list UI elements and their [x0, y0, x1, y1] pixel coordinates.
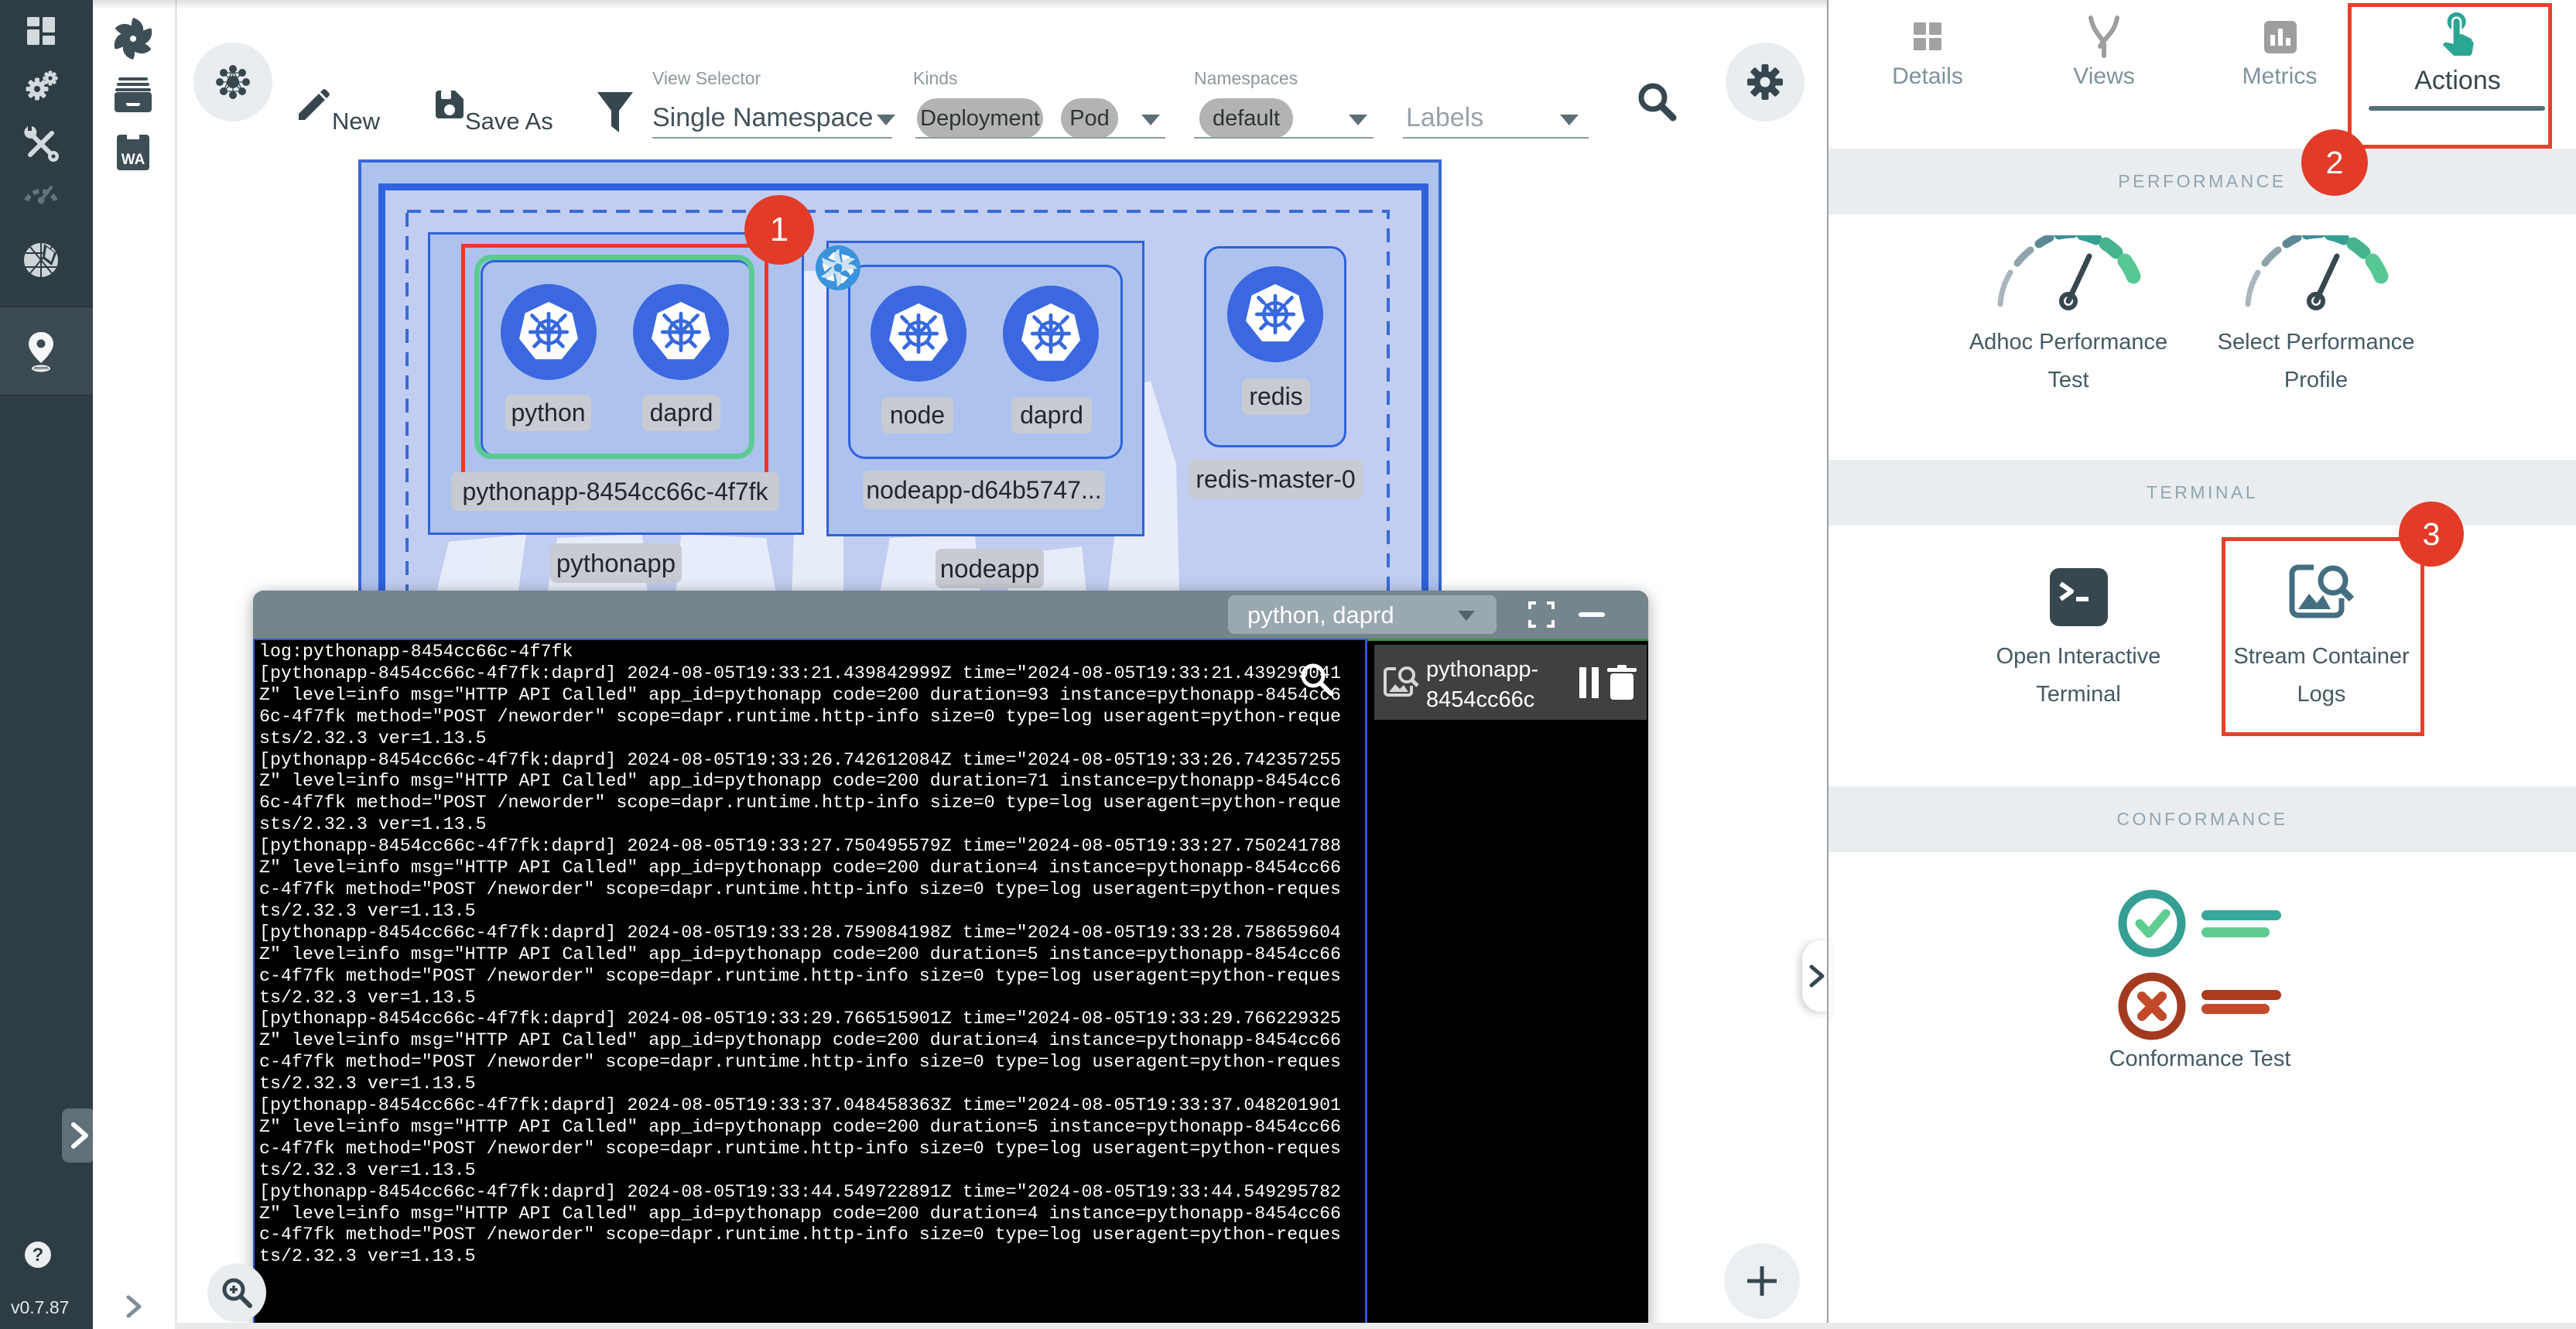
svg-text:WA: WA: [121, 152, 145, 168]
svg-text:?: ?: [32, 1245, 44, 1266]
